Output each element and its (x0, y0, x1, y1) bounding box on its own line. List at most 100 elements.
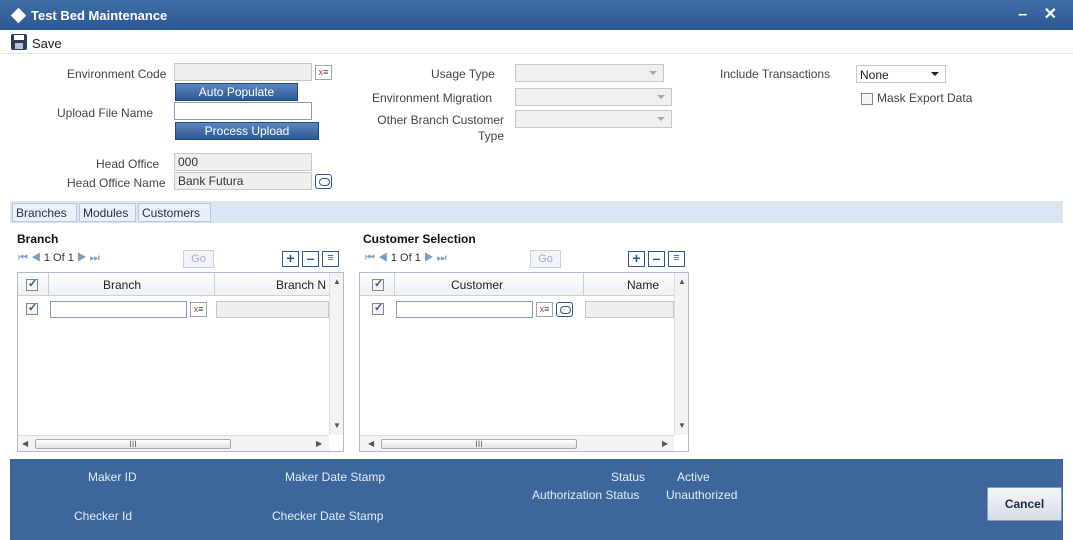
next-page-icon[interactable]: ▶ (424, 252, 434, 264)
include-transactions-select[interactable]: None (856, 65, 946, 83)
scroll-left-icon[interactable]: ◀ (368, 439, 374, 448)
single-view-icon[interactable]: ≡ (322, 251, 339, 267)
customer-lov-icon[interactable] (556, 302, 573, 317)
scroll-down-icon[interactable]: ▼ (333, 421, 341, 430)
authorization-status-label: Authorization Status (532, 488, 640, 502)
branch-horizontal-scrollbar[interactable]: ◀ III ▶ (18, 435, 329, 451)
save-button[interactable]: Save (32, 36, 62, 51)
customer-grid: Customer Name x≡ ▲ ▼ ◀ III ▶ (359, 272, 689, 452)
customer-horizontal-scrollbar[interactable]: ◀ III ▶ (360, 435, 674, 451)
head-office-lov-icon[interactable] (315, 174, 332, 189)
scroll-up-icon[interactable]: ▲ (333, 277, 341, 286)
tab-customers[interactable]: Customers (138, 203, 211, 222)
table-row: x≡ (360, 297, 674, 321)
last-page-icon[interactable]: ⏭ (437, 252, 447, 264)
row-checkbox[interactable] (26, 301, 38, 315)
usage-type-select[interactable] (515, 64, 664, 82)
branch-grid-header: Branch Branch N (18, 273, 329, 296)
customer-picker-icon[interactable]: x≡ (536, 302, 553, 317)
window-titlebar: Test Bed Maintenance – ✕ (0, 0, 1073, 30)
scroll-left-icon[interactable]: ◀ (22, 439, 28, 448)
branch-vertical-scrollbar[interactable]: ▲ ▼ (329, 273, 343, 435)
window-controls[interactable]: – ✕ (1018, 4, 1063, 24)
auto-populate-button[interactable]: Auto Populate (175, 83, 298, 101)
scroll-right-icon[interactable]: ▶ (316, 439, 322, 448)
add-row-icon[interactable]: + (628, 251, 645, 267)
add-row-icon[interactable]: + (282, 251, 299, 267)
last-page-icon[interactable]: ⏭ (90, 252, 100, 264)
mask-export-data-label: Mask Export Data (877, 91, 973, 105)
audit-footer: Maker ID Maker Date Stamp Status Active … (10, 459, 1063, 540)
tab-branches[interactable]: Branches (12, 203, 77, 222)
customer-select-all-checkbox[interactable] (372, 277, 384, 291)
branch-picker-icon[interactable]: x≡ (190, 302, 207, 317)
next-page-icon[interactable]: ▶ (77, 252, 87, 264)
head-office-name-field: Bank Futura (174, 172, 312, 190)
prev-page-icon[interactable]: ◀ (31, 252, 41, 264)
environment-code-field[interactable] (174, 63, 312, 81)
customer-go-button[interactable]: Go (530, 250, 561, 268)
pager-total: 1 (67, 252, 74, 264)
customer-column-header[interactable]: Customer (451, 278, 503, 292)
customer-grid-header: Customer Name (360, 273, 674, 296)
branch-grid: Branch Branch N x≡ ▲ ▼ ◀ III ▶ (17, 272, 344, 452)
branch-select-all-checkbox[interactable] (26, 277, 38, 291)
tab-modules[interactable]: Modules (79, 203, 136, 222)
branch-column-header[interactable]: Branch (103, 278, 141, 292)
checker-date-stamp-label: Checker Date Stamp (272, 509, 384, 523)
pager-current: 1 (43, 252, 50, 264)
table-row: x≡ (18, 297, 329, 321)
checker-id-label: Checker Id (74, 509, 133, 523)
column-separator (48, 273, 49, 296)
pager-of-label: Of (400, 252, 412, 264)
pager-of-label: Of (53, 252, 65, 264)
first-page-icon[interactable]: ⏮ (18, 252, 28, 264)
other-branch-customer-type-label: Other Branch Customer (377, 113, 504, 127)
head-office-name-label: Head Office Name (67, 176, 166, 190)
environment-migration-select[interactable] (515, 88, 672, 106)
scroll-right-icon[interactable]: ▶ (662, 439, 668, 448)
column-separator (214, 273, 215, 296)
delete-row-icon[interactable]: – (648, 251, 665, 267)
save-icon[interactable] (11, 34, 27, 50)
delete-row-icon[interactable]: – (302, 251, 319, 267)
authorization-status-value: Unauthorized (666, 488, 738, 502)
other-branch-customer-type-label-line2: Type (477, 129, 504, 143)
branch-go-button[interactable]: Go (183, 250, 214, 268)
chevron-down-icon (657, 95, 665, 99)
column-separator (583, 273, 584, 296)
scroll-thumb[interactable]: III (381, 439, 577, 449)
pager-total: 1 (414, 252, 421, 264)
branch-cell-input[interactable] (50, 301, 187, 318)
single-view-icon[interactable]: ≡ (668, 251, 685, 267)
status-label: Status (611, 470, 646, 484)
scroll-up-icon[interactable]: ▲ (678, 277, 686, 286)
pager-current: 1 (390, 252, 397, 264)
include-transactions-label: Include Transactions (720, 67, 831, 81)
row-checkbox[interactable] (372, 301, 384, 315)
maker-id-label: Maker ID (88, 470, 137, 484)
upload-file-name-label: Upload File Name (57, 106, 154, 120)
mask-export-data-checkbox[interactable] (861, 93, 873, 105)
scroll-thumb[interactable]: III (35, 439, 231, 449)
upload-file-name-input[interactable] (174, 102, 312, 120)
name-column-header[interactable]: Name (627, 278, 659, 292)
customer-vertical-scrollbar[interactable]: ▲ ▼ (674, 273, 688, 435)
prev-page-icon[interactable]: ◀ (378, 252, 388, 264)
other-branch-customer-type-select[interactable] (515, 110, 672, 128)
chevron-down-icon (931, 72, 939, 76)
environment-migration-label: Environment Migration (372, 91, 493, 105)
maker-date-stamp-label: Maker Date Stamp (285, 470, 386, 484)
branch-name-cell (216, 301, 329, 318)
cancel-button[interactable]: Cancel (987, 487, 1062, 521)
branch-name-column-header[interactable]: Branch N (276, 278, 326, 292)
first-page-icon[interactable]: ⏮ (365, 252, 375, 264)
environment-code-label: Environment Code (67, 67, 167, 81)
chevron-down-icon (649, 71, 657, 75)
environment-code-picker-icon[interactable]: x≡ (315, 65, 332, 80)
scroll-down-icon[interactable]: ▼ (678, 421, 686, 430)
process-upload-button[interactable]: Process Upload (175, 122, 319, 140)
head-office-field: 000 (174, 153, 312, 171)
customer-section-title: Customer Selection (363, 232, 476, 246)
customer-cell-input[interactable] (396, 301, 533, 318)
